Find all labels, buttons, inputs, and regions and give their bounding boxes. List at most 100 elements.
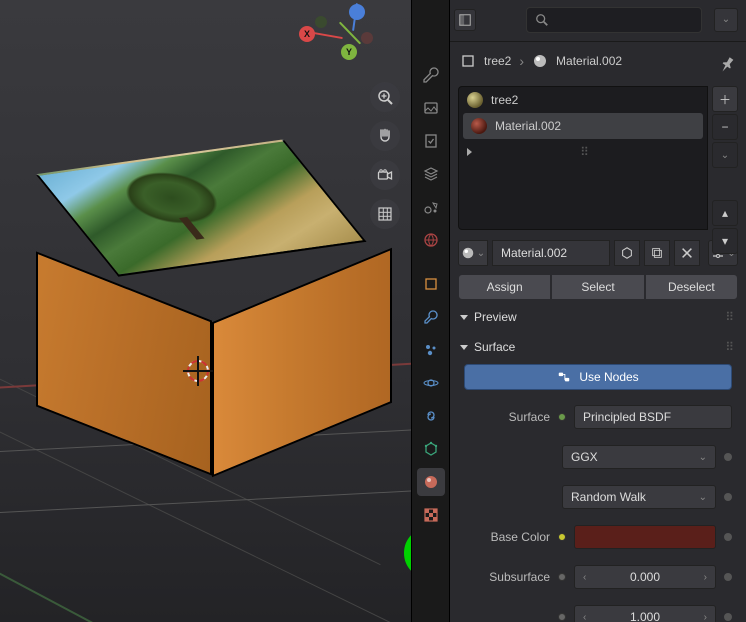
nodes-icon [557, 370, 571, 384]
disclose-icon [460, 345, 468, 350]
pan-button[interactable] [370, 121, 400, 151]
cube-mesh-tree2[interactable] [45, 145, 355, 470]
camera-view-button[interactable] [370, 160, 400, 190]
surface-shader-dropdown[interactable]: Principled BSDF [574, 405, 732, 429]
base-color-label: Base Color [464, 530, 550, 544]
deselect-button[interactable]: Deselect [645, 274, 738, 300]
object-icon [460, 53, 476, 69]
subsurface-field[interactable]: ‹ 0.000 › [574, 565, 716, 589]
preview-panel-header[interactable]: Preview ⠿ [450, 300, 746, 330]
physics-tab[interactable] [417, 369, 445, 397]
surface-shader-value: Principled BSDF [583, 410, 671, 424]
assign-button[interactable]: Assign [458, 274, 551, 300]
zoom-button[interactable] [370, 82, 400, 112]
material-tab[interactable] [417, 468, 445, 496]
material-browse-button[interactable]: ⌄ [458, 240, 488, 266]
disclose-icon [460, 315, 468, 320]
base-color-socket-dot[interactable] [558, 533, 566, 541]
axis-z-ball[interactable] [349, 4, 365, 20]
cube-face-top-tree-texture [36, 139, 367, 276]
add-slot-button[interactable]: ＋ [712, 86, 738, 112]
surface-label: Surface [464, 410, 550, 424]
3d-cursor [185, 358, 211, 384]
base-color-field[interactable] [574, 525, 716, 549]
anim-dot[interactable] [724, 533, 732, 541]
anim-dot[interactable] [724, 453, 732, 461]
options-dropdown[interactable]: ⌄ [714, 8, 738, 32]
decrease-icon[interactable]: ‹ [583, 572, 586, 583]
new-material-button[interactable] [644, 240, 670, 266]
slot-grip-icon[interactable]: ⠿ [580, 145, 591, 159]
subsurface-radius-value: 1.000 [630, 610, 660, 622]
axis-x-ball[interactable]: X [299, 26, 315, 42]
properties-panel: ⌄ tree2 › Material.002 tree2 Material.00… [450, 0, 746, 622]
move-slot-down[interactable]: ▾ [712, 228, 738, 254]
pin-button[interactable] [718, 56, 736, 74]
subsurface-socket-dot[interactable] [558, 573, 566, 581]
material-slot-row[interactable]: Material.002 [463, 113, 703, 139]
scene-tab[interactable] [417, 193, 445, 221]
material-slot-name: Material.002 [495, 119, 561, 133]
editor-type-selector[interactable] [454, 9, 476, 31]
use-nodes-button[interactable]: Use Nodes [464, 364, 732, 390]
properties-search[interactable] [526, 7, 702, 33]
cube-face-right [212, 248, 392, 478]
deselect-label: Deselect [668, 280, 715, 294]
subsurface-value: 0.000 [630, 570, 660, 584]
mesh-data-tab[interactable] [417, 435, 445, 463]
view-layer-tab[interactable] [417, 160, 445, 188]
anim-dot[interactable] [724, 493, 732, 501]
output-tab[interactable] [417, 127, 445, 155]
slot-expand-icon[interactable] [467, 148, 472, 156]
perspective-toggle-button[interactable] [370, 199, 400, 229]
annotation-circle-material-tab [404, 527, 411, 579]
preview-panel-title: Preview [474, 310, 517, 324]
anim-dot[interactable] [724, 613, 732, 621]
surface-socket-dot[interactable] [558, 413, 566, 421]
surface-panel-header[interactable]: Surface ⠿ [450, 330, 746, 360]
axis-neg-y-ball[interactable] [315, 16, 327, 28]
material-name-text: Material.002 [501, 246, 567, 260]
constraint-tab[interactable] [417, 402, 445, 430]
material-slot-list[interactable]: tree2 Material.002 ⠿ [458, 86, 708, 230]
navigation-gizmo[interactable]: X Y [307, 8, 379, 80]
slot-object-header: tree2 [459, 87, 707, 113]
3d-viewport[interactable]: X Y [0, 0, 411, 622]
axis-y-ball[interactable]: Y [341, 44, 357, 60]
select-button[interactable]: Select [551, 274, 644, 300]
object-tab[interactable] [417, 270, 445, 298]
subsurface-radius-field[interactable]: ‹ 1.000 › [574, 605, 716, 622]
remove-slot-button[interactable]: − [712, 114, 738, 140]
panel-grip-icon[interactable]: ⠿ [725, 340, 736, 354]
axis-neg-x-ball[interactable] [361, 32, 373, 44]
move-slot-up[interactable]: ▴ [712, 200, 738, 226]
breadcrumb: tree2 › Material.002 [450, 42, 746, 80]
world-tab[interactable] [417, 226, 445, 254]
material-name-field[interactable]: Material.002 [492, 240, 610, 266]
fake-user-button[interactable] [614, 240, 640, 266]
breadcrumb-object[interactable]: tree2 [484, 54, 511, 68]
particle-tab[interactable] [417, 336, 445, 364]
distribution-value: GGX [571, 450, 598, 464]
panel-grip-icon[interactable]: ⠿ [725, 310, 736, 324]
assign-label: Assign [487, 280, 523, 294]
subsurface-radius-socket-dot[interactable] [558, 613, 566, 621]
render-tab[interactable] [417, 94, 445, 122]
distribution-dropdown[interactable]: GGX ⌄ [562, 445, 716, 469]
surface-panel-title: Surface [474, 340, 515, 354]
texture-tab[interactable] [417, 501, 445, 529]
anim-dot[interactable] [724, 573, 732, 581]
sss-method-dropdown[interactable]: Random Walk ⌄ [562, 485, 716, 509]
slot-specials-menu[interactable]: ⌄ [712, 142, 738, 168]
increase-icon[interactable]: › [704, 572, 707, 583]
tool-tab[interactable] [417, 61, 445, 89]
unlink-material-button[interactable] [674, 240, 700, 266]
material-preview-ball [471, 118, 487, 134]
increase-icon[interactable]: › [704, 612, 707, 622]
breadcrumb-material[interactable]: Material.002 [556, 54, 622, 68]
modifier-tab[interactable] [417, 303, 445, 331]
sss-method-value: Random Walk [571, 490, 646, 504]
decrease-icon[interactable]: ‹ [583, 612, 586, 622]
properties-tab-strip [411, 0, 450, 622]
axis-x-label: X [304, 29, 310, 39]
